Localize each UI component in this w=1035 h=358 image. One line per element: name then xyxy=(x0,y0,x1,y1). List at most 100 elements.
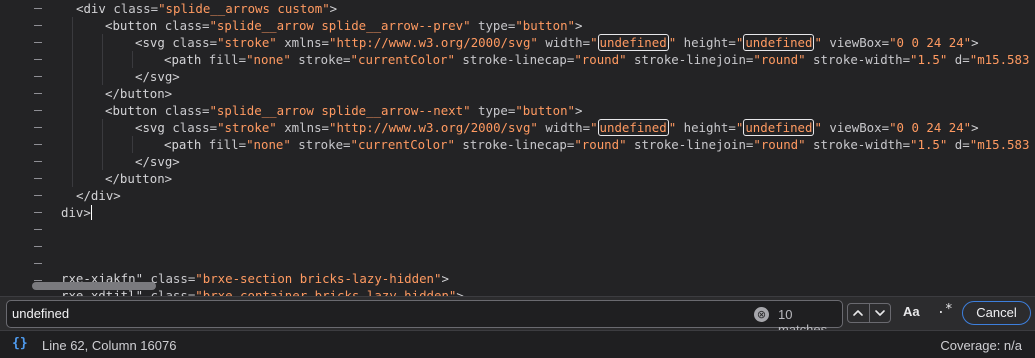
code-token: " xyxy=(814,120,822,135)
code-token: "none" xyxy=(246,52,291,67)
code-token: d= xyxy=(947,137,970,152)
code-token: "brxe-container bricks-lazy-hidden" xyxy=(195,288,457,296)
cancel-button[interactable]: Cancel xyxy=(962,301,1031,325)
code-token: > xyxy=(575,103,583,118)
code-token: class= xyxy=(172,120,218,135)
horizontal-scrollbar[interactable] xyxy=(32,282,156,290)
code-line[interactable]: </svg> xyxy=(135,153,180,170)
code-line[interactable]: <svg class="stroke" xmlns="http://www.w3… xyxy=(135,34,979,51)
code-token: "0 0 24 24" xyxy=(889,35,972,50)
code-line[interactable]: <button class="splide__arrow splide__arr… xyxy=(105,102,582,119)
code-token: "0 0 24 24" xyxy=(889,120,972,135)
code-token: <svg xyxy=(135,120,173,135)
code-token: " xyxy=(814,35,822,50)
indent-guide xyxy=(102,34,103,85)
code-line[interactable]: <div class="splide__arrows custom"> xyxy=(76,0,337,17)
code-token: "round" xyxy=(574,52,627,67)
gutter-marker xyxy=(34,178,42,179)
code-token: fill= xyxy=(208,137,247,152)
code-line[interactable]: <path fill="none" stroke="currentColor" … xyxy=(164,51,1035,68)
code-token: " xyxy=(590,120,598,135)
gutter-marker xyxy=(34,212,42,213)
code-line[interactable]: </svg> xyxy=(135,68,180,85)
indent-guide xyxy=(132,136,133,153)
gutter-marker xyxy=(34,59,42,60)
gutter-marker xyxy=(34,42,42,43)
search-match-highlight: undefined xyxy=(743,119,815,136)
code-token: "round" xyxy=(574,137,627,152)
code-line[interactable]: </button> xyxy=(105,170,172,187)
code-token: stroke-linejoin= xyxy=(626,52,754,67)
code-token: viewBox= xyxy=(821,35,890,50)
code-token: "1.5" xyxy=(910,137,948,152)
code-token: <path xyxy=(164,52,209,67)
code-line[interactable]: </div> xyxy=(76,187,121,204)
code-token: "stroke" xyxy=(217,120,277,135)
pretty-print-icon[interactable]: {} xyxy=(12,336,28,351)
code-token: "splide__arrow splide__arrow--next" xyxy=(209,103,471,118)
regex-button[interactable]: .* xyxy=(937,302,953,317)
gutter-marker xyxy=(34,110,42,111)
code-token: "1.5" xyxy=(910,52,948,67)
gutter-marker xyxy=(34,263,42,264)
code-token: "button" xyxy=(515,18,575,33)
indent-guide xyxy=(132,51,133,68)
code-token: class= xyxy=(164,18,210,33)
code-token: d= xyxy=(947,52,970,67)
code-token: "http://www.w3.org/2000/svg" xyxy=(328,120,538,135)
source-editor[interactable]: <div class="splide__arrows custom"> <but… xyxy=(0,0,1035,296)
code-token: "currentColor" xyxy=(350,52,455,67)
code-token: "round" xyxy=(753,52,806,67)
code-token: xmlns= xyxy=(276,120,329,135)
code-token: > xyxy=(441,271,449,286)
code-token: stroke-linecap= xyxy=(454,52,575,67)
code-line[interactable]: </button> xyxy=(105,85,172,102)
code-token: height= xyxy=(676,35,736,50)
code-line[interactable]: div> xyxy=(61,204,92,221)
gutter-marker xyxy=(34,229,42,230)
code-token: "splide__arrow splide__arrow--prev" xyxy=(209,18,471,33)
code-token: "brxe-section bricks-lazy-hidden" xyxy=(195,271,442,286)
gutter-marker xyxy=(34,93,42,94)
code-token: "stroke" xyxy=(217,35,277,50)
text-cursor xyxy=(90,205,92,220)
code-token: type= xyxy=(470,103,516,118)
gutter-marker xyxy=(34,246,42,247)
code-token: height= xyxy=(676,120,736,135)
search-field[interactable]: undefined ⊗ 10 matches xyxy=(6,300,843,337)
code-token: class= xyxy=(113,1,159,16)
code-token: " xyxy=(590,35,598,50)
code-token: class= xyxy=(164,103,210,118)
code-line[interactable]: <path fill="none" stroke="currentColor" … xyxy=(164,136,1035,153)
chevron-up-icon[interactable] xyxy=(848,304,869,322)
code-token: stroke= xyxy=(290,52,351,67)
code-token: div> xyxy=(61,205,91,220)
code-token: stroke-width= xyxy=(805,137,911,152)
gutter-marker xyxy=(34,76,42,77)
chevron-down-icon[interactable] xyxy=(870,304,891,322)
code-line[interactable]: <svg class="stroke" xmlns="http://www.w3… xyxy=(135,119,979,136)
code-token: > xyxy=(575,18,583,33)
search-input[interactable]: undefined xyxy=(12,306,69,321)
code-token: xmlns= xyxy=(276,35,329,50)
code-token: "currentColor" xyxy=(350,137,455,152)
code-token: <path xyxy=(164,137,209,152)
indent-guide xyxy=(102,119,103,170)
code-token: <div xyxy=(76,1,114,16)
gutter-marker xyxy=(34,280,42,281)
code-token: > xyxy=(456,288,464,296)
gutter-marker xyxy=(34,195,42,196)
gutter-marker xyxy=(34,144,42,145)
code-line[interactable]: <button class="splide__arrow splide__arr… xyxy=(105,17,582,34)
code-token: "none" xyxy=(246,137,291,152)
cursor-position: Line 62, Column 16076 xyxy=(42,338,177,353)
clear-search-icon[interactable]: ⊗ xyxy=(754,307,769,322)
code-token: class= xyxy=(172,35,218,50)
match-case-button[interactable]: Aa xyxy=(903,304,920,319)
search-match-highlight: undefined xyxy=(597,34,669,51)
code-token: width= xyxy=(537,35,591,50)
code-token: > xyxy=(329,1,338,16)
search-match-highlight: undefined xyxy=(597,119,669,136)
code-token: "splide__arrows custom" xyxy=(158,1,330,16)
search-match-highlight: undefined xyxy=(743,34,815,51)
